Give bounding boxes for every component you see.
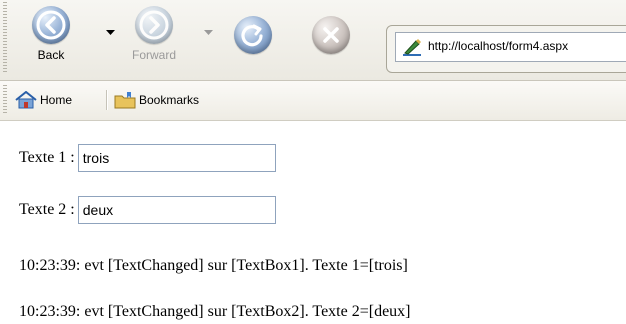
bookmarks-grip[interactable] xyxy=(3,85,7,115)
reload-icon xyxy=(234,16,272,54)
home-icon xyxy=(15,91,37,109)
page-content: Texte 1 : Texte 2 : 10:23:39: evt [TextC… xyxy=(0,121,626,324)
forward-history-dropdown[interactable] xyxy=(204,30,213,36)
stop-icon xyxy=(312,16,350,54)
url-field[interactable]: http://localhost/form4.aspx xyxy=(395,32,626,62)
forward-arrow-icon xyxy=(135,6,173,44)
address-bar: http://localhost/form4.aspx xyxy=(386,25,626,73)
texte2-input[interactable] xyxy=(77,196,276,224)
page-edit-icon xyxy=(401,37,423,57)
home-label: Home xyxy=(40,93,73,107)
chevron-down-icon xyxy=(204,30,213,35)
bookmarks-label: Bookmarks xyxy=(139,93,200,107)
log-line: 10:23:39: evt [TextChanged] sur [TextBox… xyxy=(19,303,411,320)
home-bookmark[interactable]: Home xyxy=(14,90,72,110)
chevron-down-icon xyxy=(106,30,115,35)
forward-button[interactable]: Forward xyxy=(125,6,183,74)
texte1-input[interactable] xyxy=(77,144,276,172)
reload-button[interactable] xyxy=(224,6,282,74)
texte1-row: Texte 1 : xyxy=(19,144,276,172)
forward-label: Forward xyxy=(131,48,176,62)
log-line: 10:23:39: evt [TextChanged] sur [TextBox… xyxy=(19,257,408,274)
bookmarks-toolbar: Home Bookmarks xyxy=(0,81,626,121)
url-text: http://localhost/form4.aspx xyxy=(428,39,569,53)
bookmarks-menu[interactable]: Bookmarks xyxy=(113,90,199,110)
back-button[interactable]: Back xyxy=(22,6,80,74)
stop-button[interactable] xyxy=(302,6,360,74)
texte2-row: Texte 2 : xyxy=(19,196,276,224)
back-arrow-icon xyxy=(32,6,70,44)
back-label: Back xyxy=(37,48,65,62)
browser-toolbar: Back Forward http://localhost/form4.aspx xyxy=(0,0,626,81)
bookmarks-separator xyxy=(106,90,107,110)
toolbar-grip[interactable] xyxy=(3,2,7,74)
bookmarks-folder-icon xyxy=(114,92,136,109)
texte2-label: Texte 2 : xyxy=(19,201,75,218)
texte1-label: Texte 1 : xyxy=(19,149,75,166)
back-history-dropdown[interactable] xyxy=(106,30,115,36)
